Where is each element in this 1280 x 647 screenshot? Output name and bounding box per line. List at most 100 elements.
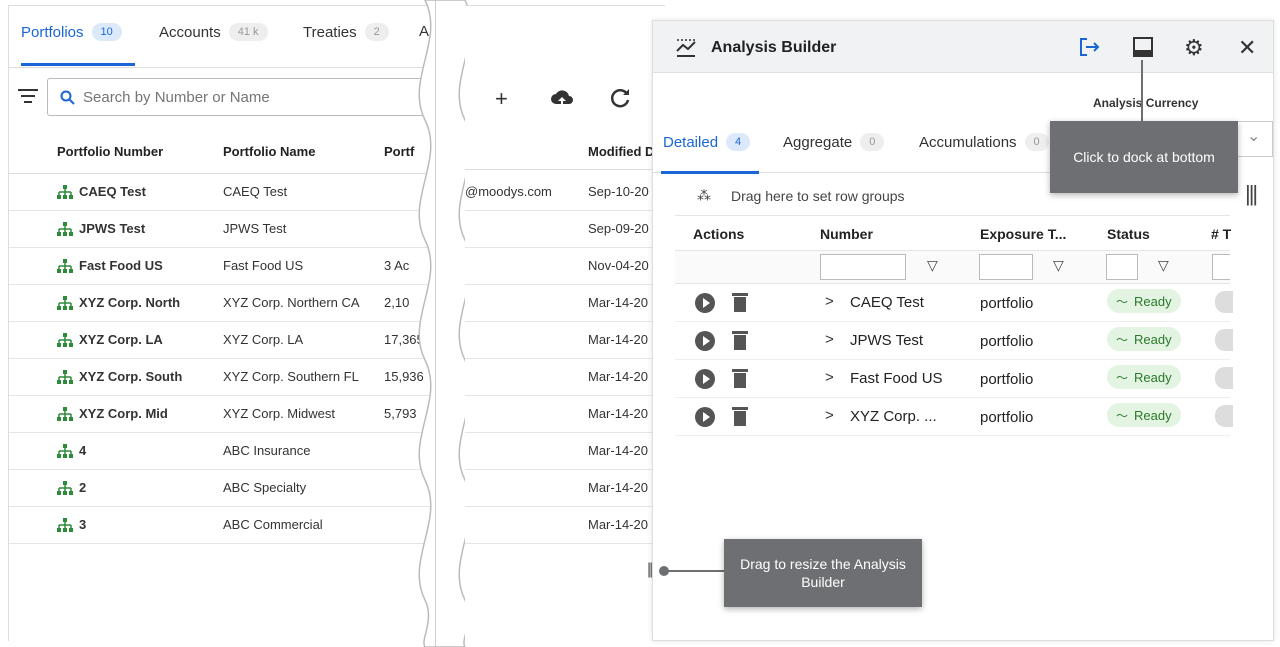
portfolio-number: CAEQ Test bbox=[79, 184, 146, 199]
count-pill bbox=[1215, 405, 1233, 427]
table-row[interactable]: XYZ Corp. Mid XYZ Corp. Midwest 5,793 bbox=[9, 396, 438, 433]
analysis-currency-label: Analysis Currency bbox=[1093, 96, 1199, 110]
table-row[interactable]: Mar-14-20 bbox=[465, 322, 665, 359]
table-row[interactable]: > XYZ Corp. ... portfolio 〜 Ready bbox=[675, 398, 1233, 436]
status-filter-input[interactable] bbox=[1106, 254, 1138, 280]
tab-label: Portfolios bbox=[21, 23, 84, 41]
table-row[interactable]: Nov-04-20 bbox=[465, 248, 665, 285]
analysis-chart-icon: 〜 bbox=[1116, 370, 1129, 385]
table-row[interactable]: Fast Food US Fast Food US 3 Ac bbox=[9, 248, 438, 285]
table-row[interactable]: Sep-09-20 bbox=[465, 211, 665, 248]
column-header-status[interactable]: Status bbox=[1107, 226, 1150, 242]
portfolio-number-cell[interactable]: XYZ Corp. Mid bbox=[57, 406, 168, 421]
table-row[interactable]: Mar-14-20 bbox=[465, 470, 665, 507]
portfolio-number: 4 bbox=[79, 443, 87, 458]
portfolio-number-cell[interactable]: XYZ Corp. South bbox=[57, 369, 182, 384]
portfolio-number-cell[interactable]: CAEQ Test bbox=[57, 184, 146, 199]
trash-icon[interactable] bbox=[732, 406, 748, 426]
column-header-portfolio-name[interactable]: Portfolio Name bbox=[223, 144, 315, 159]
trash-icon[interactable] bbox=[732, 368, 748, 388]
chevron-right-icon[interactable]: > bbox=[825, 369, 834, 386]
tab-detailed[interactable]: Detailed 4 bbox=[663, 133, 751, 151]
run-icon[interactable] bbox=[695, 407, 715, 427]
tab-accounts[interactable]: Accounts 41 k bbox=[159, 23, 268, 41]
analysis-grid-header: Actions Number Exposure T... Status # T bbox=[675, 217, 1231, 251]
portfolio-number-cell[interactable]: XYZ Corp. LA bbox=[57, 332, 163, 347]
table-row[interactable]: XYZ Corp. North XYZ Corp. Northern CA 2,10 bbox=[9, 285, 438, 322]
table-row[interactable]: Mar-14-20 bbox=[465, 433, 665, 470]
table-row[interactable]: > CAEQ Test portfolio 〜 Ready bbox=[675, 284, 1233, 322]
portfolio-number-cell[interactable]: Fast Food US bbox=[57, 258, 163, 273]
portfolio-number: XYZ Corp. Mid bbox=[79, 406, 168, 421]
portfolio-grid-header: Portfolio Number Portfolio Name Portf bbox=[9, 134, 438, 174]
search-input[interactable] bbox=[83, 88, 403, 106]
columns-panel-icon[interactable]: ||| bbox=[1245, 181, 1258, 207]
tab-aggregate[interactable]: Aggregate 0 bbox=[783, 133, 885, 151]
run-icon[interactable] bbox=[695, 293, 715, 313]
table-row[interactable]: > Fast Food US portfolio 〜 Ready bbox=[675, 360, 1233, 398]
column-header-exposure-type[interactable]: Exposure T... bbox=[980, 226, 1066, 242]
tab-portfolios[interactable]: Portfolios 10 bbox=[21, 23, 122, 41]
count-filter-input[interactable] bbox=[1212, 254, 1230, 280]
table-row[interactable]: 3 ABC Commercial bbox=[9, 507, 438, 544]
column-header-actions[interactable]: Actions bbox=[693, 226, 744, 242]
column-header-number[interactable]: Number bbox=[820, 226, 873, 242]
column-header-count[interactable]: # T bbox=[1211, 226, 1231, 242]
number-filter-input[interactable] bbox=[820, 254, 906, 280]
portfolio-number-cell[interactable]: 4 bbox=[57, 443, 86, 458]
table-row[interactable]: XYZ Corp. South XYZ Corp. Southern FL 15,9… bbox=[9, 359, 438, 396]
portfolio-number: 2 bbox=[79, 480, 87, 495]
chevron-right-icon[interactable]: > bbox=[825, 407, 834, 424]
analysis-number: XYZ Corp. ... bbox=[850, 408, 937, 425]
trash-icon[interactable] bbox=[732, 330, 748, 350]
table-row[interactable]: Mar-14-20 bbox=[465, 285, 665, 322]
funnel-icon[interactable]: ▽ bbox=[927, 257, 938, 274]
chevron-down-icon[interactable]: ⌄ bbox=[1247, 126, 1260, 146]
exposure-type: portfolio bbox=[980, 333, 1034, 350]
tab-treaties[interactable]: Treaties 2 bbox=[303, 23, 389, 41]
portfolio-number-cell[interactable]: XYZ Corp. North bbox=[57, 295, 180, 310]
hierarchy-icon bbox=[57, 332, 73, 347]
run-icon[interactable] bbox=[695, 369, 715, 389]
run-icon[interactable] bbox=[695, 331, 715, 351]
portfolio-number: JPWS Test bbox=[79, 221, 146, 236]
table-row[interactable]: @moodys.com Sep-10-20 bbox=[465, 174, 665, 211]
filter-icon[interactable] bbox=[17, 89, 39, 105]
portfolio-number-cell[interactable]: 3 bbox=[57, 517, 86, 532]
table-row[interactable]: Mar-14-20 bbox=[465, 396, 665, 433]
portfolio-number-cell[interactable]: 2 bbox=[57, 480, 86, 495]
trash-icon[interactable] bbox=[732, 292, 748, 312]
tab-accumulations[interactable]: Accumulations 0 bbox=[919, 133, 1049, 151]
table-row[interactable]: CAEQ Test CAEQ Test bbox=[9, 174, 438, 211]
table-row[interactable]: > JPWS Test portfolio 〜 Ready bbox=[675, 322, 1233, 360]
dock-tooltip-pointer bbox=[1141, 60, 1143, 122]
close-icon[interactable]: ✕ bbox=[1238, 35, 1256, 61]
chevron-right-icon[interactable]: > bbox=[825, 331, 834, 348]
table-row[interactable]: JPWS Test JPWS Test bbox=[9, 211, 438, 248]
exposure-filter-input[interactable] bbox=[979, 254, 1033, 280]
table-row[interactable]: 4 ABC Insurance bbox=[9, 433, 438, 470]
table-row[interactable]: Mar-14-20 bbox=[465, 507, 665, 544]
dock-bottom-icon[interactable] bbox=[1132, 36, 1154, 58]
table-row[interactable]: Mar-14-20 bbox=[465, 359, 665, 396]
funnel-icon[interactable]: ▽ bbox=[1158, 257, 1169, 274]
pop-out-icon[interactable] bbox=[1079, 37, 1101, 57]
portfolio-grid-continued: + Modified D @moodys.com Sep-10-20 Sep-09-… bbox=[465, 5, 665, 641]
gear-icon[interactable]: ⚙ bbox=[1184, 35, 1204, 61]
column-header-portfolio-number[interactable]: Portfolio Number bbox=[57, 144, 163, 159]
chevron-right-icon[interactable]: > bbox=[825, 293, 834, 310]
table-row[interactable]: XYZ Corp. LA XYZ Corp. LA 17,365 bbox=[9, 322, 438, 359]
resize-handle[interactable]: || bbox=[647, 561, 653, 579]
hierarchy-icon bbox=[57, 258, 73, 273]
modified-date: Mar-14-20 bbox=[588, 295, 648, 310]
column-header-modified[interactable]: Modified D bbox=[588, 144, 654, 159]
funnel-icon[interactable]: ▽ bbox=[1053, 257, 1064, 274]
resize-tooltip-pointer bbox=[664, 570, 724, 572]
portfolio-number-cell[interactable]: JPWS Test bbox=[57, 221, 145, 236]
cloud-upload-icon[interactable] bbox=[550, 88, 574, 108]
refresh-icon[interactable] bbox=[608, 86, 632, 110]
table-row[interactable]: 2 ABC Specialty bbox=[9, 470, 438, 507]
search-box[interactable] bbox=[47, 78, 438, 116]
tab-count-badge: 41 k bbox=[228, 23, 268, 41]
plus-icon[interactable]: + bbox=[495, 86, 508, 112]
